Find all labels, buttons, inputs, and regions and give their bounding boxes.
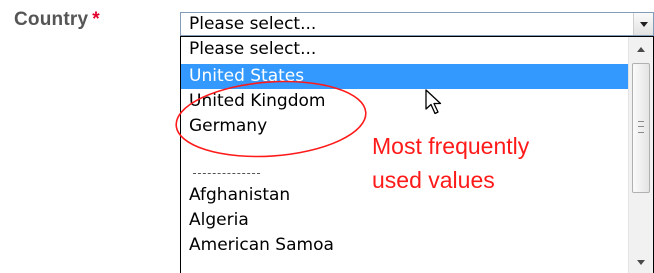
- mouse-pointer-icon: [425, 89, 442, 115]
- annotation-text: Most frequently used values: [372, 129, 529, 197]
- annotation-line-1: Most frequently: [372, 133, 530, 159]
- red-ellipse-annotation: [175, 80, 367, 158]
- annotation-overlay: [175, 80, 367, 158]
- annotation-line-2: used values: [372, 167, 495, 193]
